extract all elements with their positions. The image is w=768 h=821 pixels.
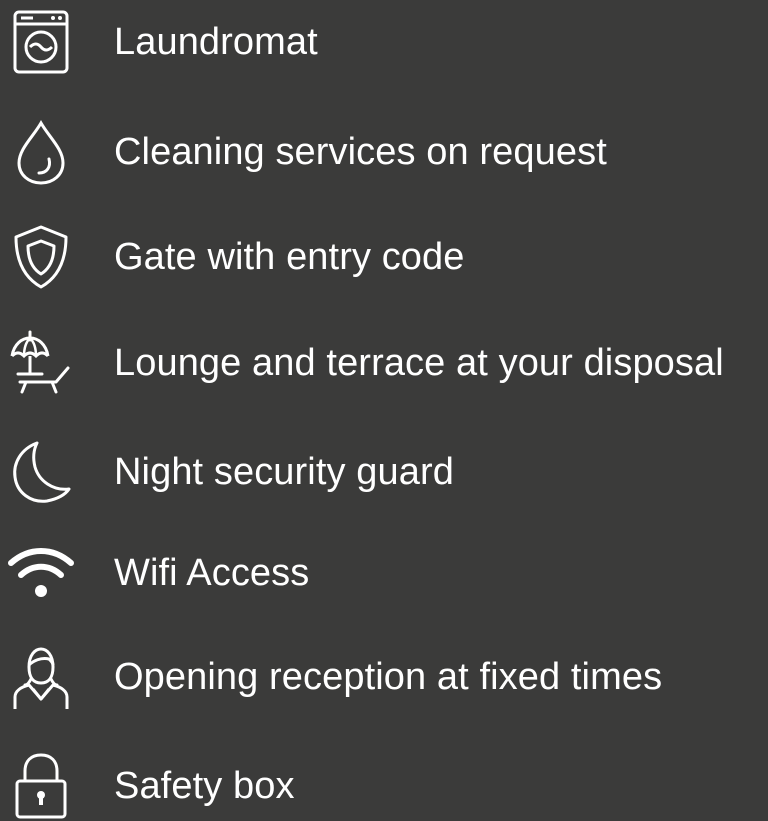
amenity-label: Safety box [114,765,295,807]
water-drop-icon [6,117,76,187]
amenity-item-safety-box: Safety box [0,741,768,821]
amenity-item-lounge: Lounge and terrace at your disposal [0,318,768,408]
amenity-label: Gate with entry code [114,236,465,278]
amenity-item-cleaning: Cleaning services on request [0,107,768,197]
amenities-list: Laundromat Cleaning services on request … [0,0,768,821]
receptionist-icon [6,642,76,712]
amenity-label: Night security guard [114,451,454,493]
amenity-item-wifi: Wifi Access [0,528,768,618]
amenity-label: Laundromat [114,21,318,63]
amenity-label: Opening reception at fixed times [114,656,663,698]
amenity-label: Cleaning services on request [114,131,607,173]
amenity-item-night-guard: Night security guard [0,427,768,517]
amenity-item-gate: Gate with entry code [0,212,768,302]
amenity-label: Lounge and terrace at your disposal [114,342,724,384]
washing-machine-icon [6,7,76,77]
amenity-item-laundromat: Laundromat [0,0,768,87]
amenity-item-reception: Opening reception at fixed times [0,632,768,722]
shield-icon [6,222,76,292]
padlock-icon [6,751,76,821]
crescent-moon-icon [6,437,76,507]
beach-umbrella-lounger-icon [6,328,76,398]
wifi-icon [6,538,76,608]
amenity-label: Wifi Access [114,552,310,594]
